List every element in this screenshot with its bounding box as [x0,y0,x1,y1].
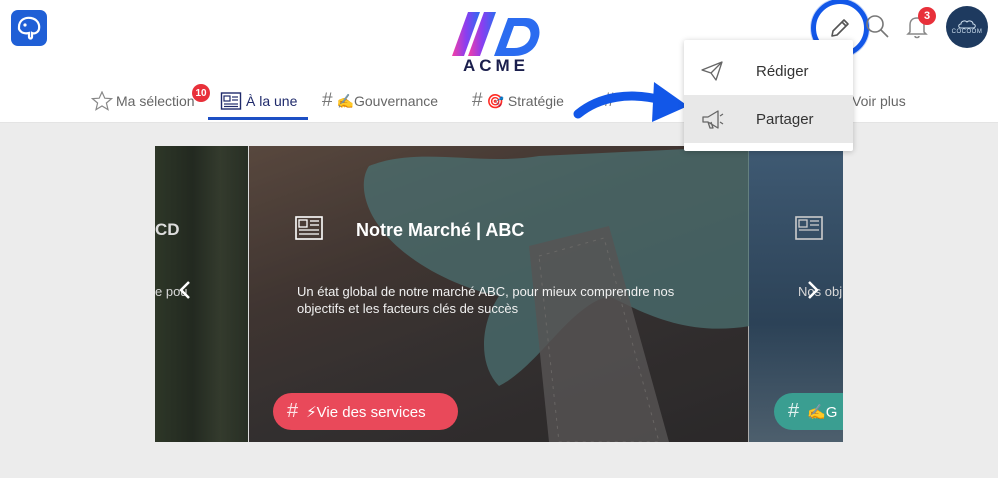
cloud-icon [958,20,976,29]
compose-dropdown-menu: Rédiger Partager [684,40,853,151]
pencil-icon [831,19,849,37]
slide-title: Notre Marché | ABC [356,220,525,240]
chevron-right-icon[interactable] [806,279,820,301]
menu-item-label: Rédiger [756,62,809,80]
article-icon [295,216,323,240]
tutorial-arrow [573,82,688,122]
tab-label: Ma sélection [116,93,195,109]
tab-strategie[interactable]: # 🎯 Stratégie [472,88,564,114]
tab-gouvernance[interactable]: # ✍️Gouvernance [322,88,438,114]
avatar[interactable]: COCOOM [946,6,988,48]
star-icon [91,91,113,111]
carousel-slide-next[interactable]: Nos obj # ✍️G [749,146,843,442]
featured-carousel: CD e pou Notre Marché | ABC Un état glob… [155,146,843,442]
hashtag-icon: # [472,90,483,111]
menu-item-partager[interactable]: Partager [684,95,853,143]
megaphone-icon [702,110,724,129]
tab-label: À la une [246,93,298,109]
tab-label: ✍️Gouvernance [336,92,439,109]
elephant-logo-icon [17,16,41,40]
chevron-left-icon[interactable] [178,279,192,301]
hashtag-icon: # [322,90,333,111]
tab-voir-plus[interactable]: Voir plus [852,88,906,114]
slide-text-fragment: Nos obj [798,284,843,299]
tag-label: ✍️G [807,403,838,421]
avatar-label: COCOOM [951,29,983,35]
carousel-slide-active[interactable]: Notre Marché | ABC Un état global de not… [248,146,750,442]
menu-item-label: Partager [756,110,814,128]
newspaper-icon [220,92,242,110]
tag-vie-des-services[interactable]: # ⚡Vie des services [273,393,458,430]
menu-item-rediger[interactable]: Rédiger [684,47,853,95]
tab-a-la-une[interactable]: À la une [220,88,297,114]
search-icon[interactable] [864,13,890,39]
tab-label: Voir plus [852,93,906,109]
notification-badge: 3 [918,7,936,25]
tag-label: ⚡Vie des services [306,403,426,421]
tab-ma-selection[interactable]: Ma sélection [91,88,195,114]
paper-plane-icon [701,61,723,81]
brand-name: ACME [462,56,530,75]
slide-title-fragment: CD [155,220,180,239]
selection-count-badge: 10 [192,84,210,102]
tab-label: 🎯 Stratégie [486,92,564,109]
tag-gouvernance[interactable]: # ✍️G [774,393,843,430]
hashtag-icon: # [788,400,800,422]
active-tab-indicator [208,117,308,120]
article-icon [795,216,823,240]
hashtag-icon: # [287,400,299,422]
slide-description: Un état global de notre marché ABC, pour… [297,284,675,316]
app-logo[interactable] [11,10,47,46]
carousel-slide-previous[interactable]: CD e pou [155,146,248,442]
